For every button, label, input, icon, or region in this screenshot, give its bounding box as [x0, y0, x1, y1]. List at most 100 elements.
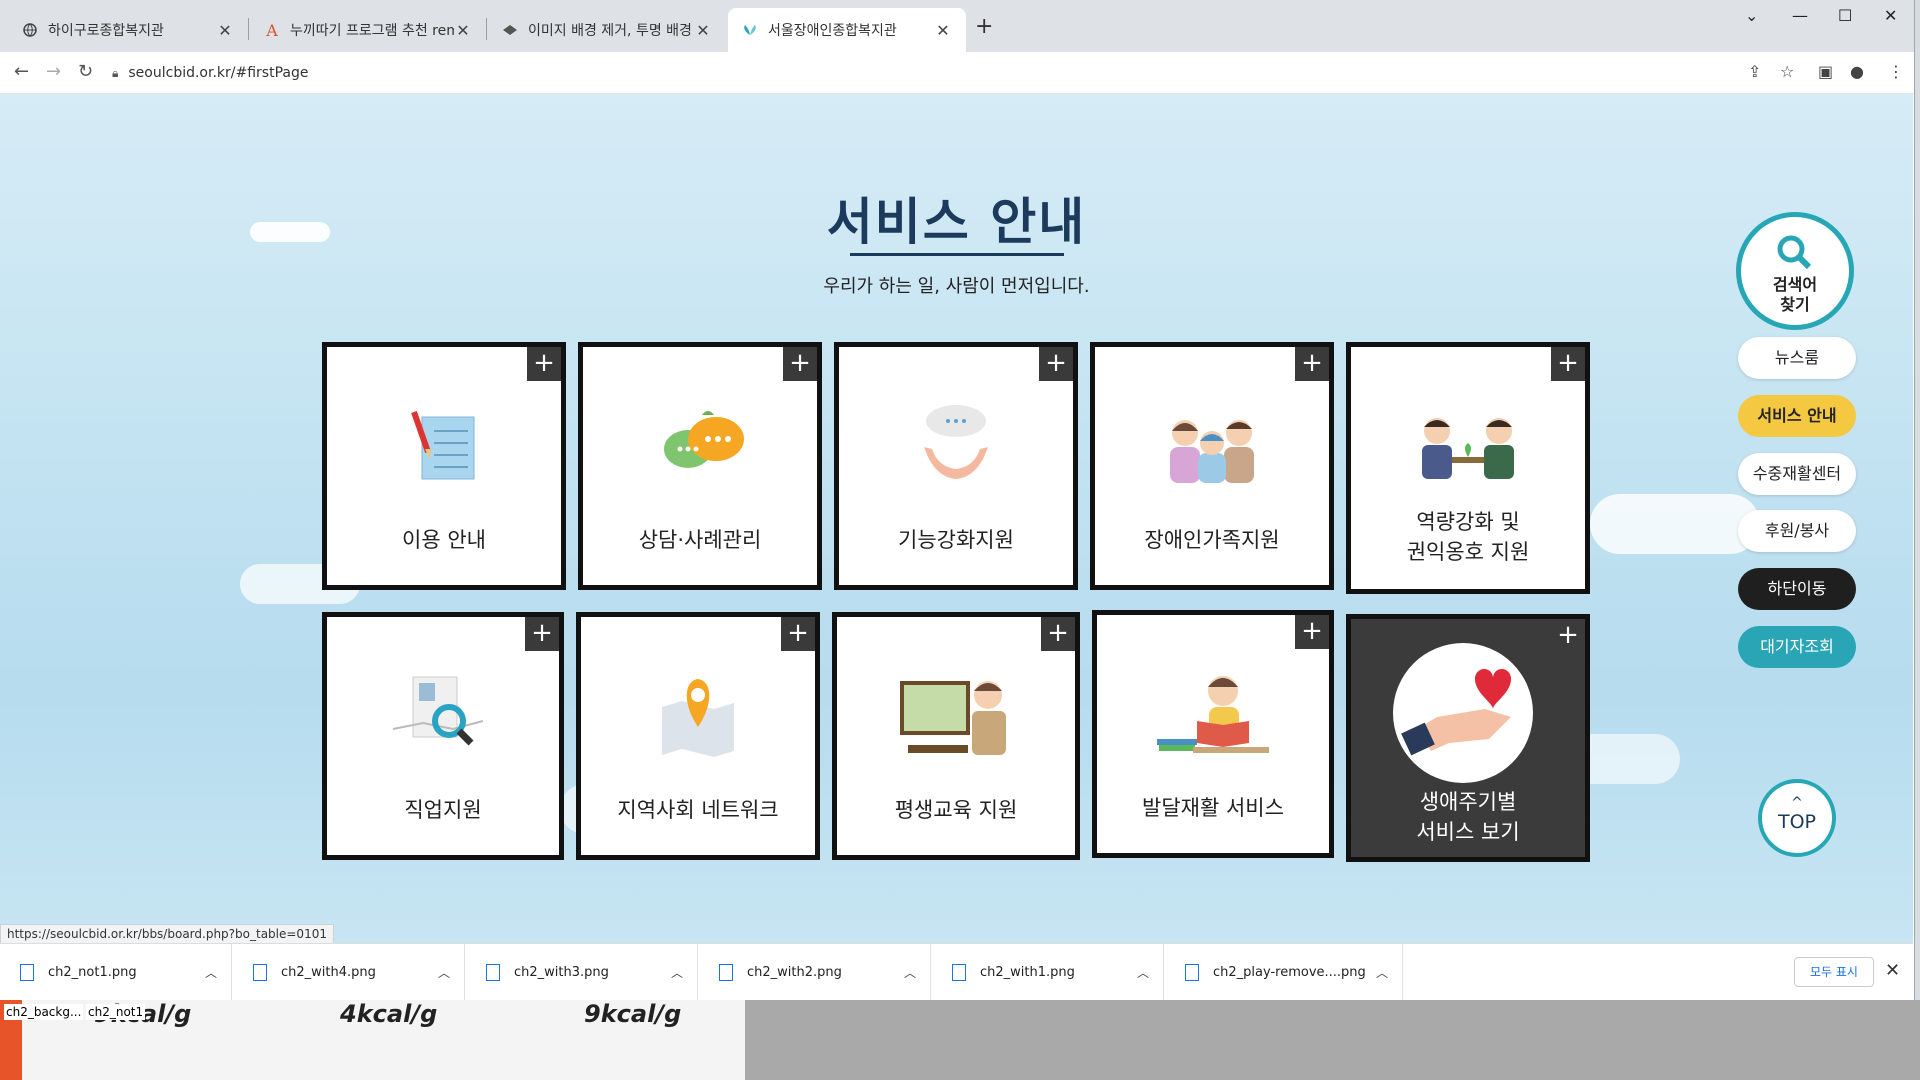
globe-icon — [22, 22, 38, 38]
plus-icon[interactable]: + — [783, 347, 817, 381]
minimize-icon[interactable]: — — [1792, 6, 1808, 25]
quick-menu-donation[interactable]: 후원/봉사 — [1738, 510, 1856, 552]
status-bar-url: https://seoulcbid.or.kr/bbs/board.php?bo… — [0, 924, 334, 944]
page-viewport: 서비스 안내 우리가 하는 일, 사람이 먼저입니다. + 이용 안내 + 상담… — [0, 94, 1913, 943]
profile-icon[interactable]: ● — [1850, 62, 1864, 81]
download-item[interactable]: ch2_with1.png ︿ — [932, 944, 1164, 1000]
card-label: 직업지원 — [404, 798, 482, 822]
download-item[interactable]: ch2_not1.png ︿ — [0, 944, 232, 1000]
browser-toolbar: ← → ↻ 🔒︎ seoulcbid.or.kr/#firstPage ⇪ ☆ … — [0, 52, 1914, 94]
service-card-lifecycle[interactable]: + 생애주기별 서비스 보기 — [1346, 614, 1590, 862]
file-icon — [952, 964, 966, 981]
quick-menu-newsroom[interactable]: 뉴스룸 — [1738, 337, 1856, 379]
teacher-icon — [900, 681, 1006, 755]
plus-icon[interactable]: + — [1295, 615, 1329, 649]
plus-icon[interactable]: + — [781, 617, 815, 651]
bookmark-star-icon[interactable]: ☆ — [1780, 62, 1794, 81]
url-text: seoulcbid.or.kr/#firstPage — [128, 65, 309, 81]
cloud-decoration — [1590, 494, 1760, 554]
quick-menu-waitlist[interactable]: 대기자조회 — [1738, 626, 1856, 668]
card-label: 기능강화지원 — [898, 528, 1014, 552]
close-icon[interactable]: ✕ — [454, 21, 472, 40]
download-item[interactable]: ch2_with3.png ︿ — [466, 944, 698, 1000]
card-label: 평생교육 지원 — [894, 798, 1018, 822]
tab-title: 하이구로종합복지관 — [48, 23, 164, 39]
chevron-up-icon[interactable]: ︿ — [671, 964, 697, 981]
card-label: 상담·사례관리 — [638, 528, 762, 552]
service-card-usage-guide[interactable]: + 이용 안내 — [322, 342, 566, 590]
desktop-icon-label[interactable]: ch2_backg... — [4, 1004, 84, 1020]
plus-icon[interactable]: + — [1295, 347, 1329, 381]
plus-icon[interactable]: + — [1551, 347, 1585, 381]
lock-icon: 🔒︎ — [112, 65, 119, 80]
leaf-icon — [742, 22, 758, 38]
service-card-job-support[interactable]: + 직업지원 — [322, 612, 564, 860]
plus-icon[interactable]: + — [527, 347, 561, 381]
service-card-developmental-rehab[interactable]: + 발달재활 서비스 — [1092, 610, 1334, 858]
service-card-counseling[interactable]: + 상담·사례관리 — [578, 342, 822, 590]
quick-menu-aquatic-center[interactable]: 수중재활센터 — [1738, 453, 1856, 495]
hands-icon — [924, 405, 988, 479]
reading-child-icon — [1157, 676, 1269, 753]
tab-3[interactable]: 이미지 배경 제거, 투명 배경 만들 ✕ — [488, 8, 726, 52]
show-all-downloads-button[interactable]: 모두 표시 — [1794, 957, 1874, 987]
plus-icon[interactable]: + — [1041, 617, 1075, 651]
keyword-search-button[interactable]: 검색어 찾기 — [1736, 212, 1854, 330]
reload-icon[interactable]: ↻ — [78, 61, 93, 82]
desktop-icon-label[interactable]: ch2_not1 — [86, 1004, 146, 1020]
download-item[interactable]: ch2_with2.png ︿ — [699, 944, 931, 1000]
side-panel-icon[interactable]: ▣ — [1818, 62, 1833, 81]
new-tab-button[interactable]: + — [975, 14, 993, 39]
map-pin-icon — [662, 679, 734, 757]
tab-4[interactable]: 서울장애인종합복지관 ✕ — [728, 8, 966, 52]
maximize-icon[interactable]: ☐ — [1838, 6, 1852, 25]
downloads-bar: ch2_not1.png ︿ ch2_with4.png ︿ ch2_with3.p… — [0, 943, 1913, 1000]
close-icon[interactable]: ✕ — [934, 21, 952, 40]
checklist-icon — [411, 411, 475, 480]
close-icon[interactable]: ✕ — [694, 21, 712, 40]
tab-2[interactable]: A 누끼따기 프로그램 추천 remove ✕ — [250, 8, 486, 52]
file-icon — [253, 964, 267, 981]
font-icon: A — [266, 20, 278, 40]
chevron-up-icon[interactable]: ︿ — [1137, 964, 1163, 981]
close-window-icon[interactable]: ✕ — [1884, 6, 1897, 25]
tab-1[interactable]: 하이구로종합복지관 ✕ — [8, 8, 248, 52]
close-icon[interactable]: ✕ — [216, 21, 234, 40]
menu-dots-icon[interactable]: ⋮ — [1888, 62, 1904, 81]
search-label: 검색어 찾기 — [1772, 275, 1818, 314]
forward-icon[interactable]: → — [46, 61, 61, 82]
close-icon[interactable]: ✕ — [1885, 960, 1900, 981]
plus-icon[interactable]: + — [1039, 347, 1073, 381]
chevron-up-icon[interactable]: ︿ — [904, 964, 930, 981]
top-label: TOP — [1777, 811, 1817, 833]
card-label: 이용 안내 — [402, 528, 486, 552]
tab-search-icon[interactable]: ⌄ — [1745, 6, 1758, 25]
chevron-up-icon[interactable]: ︿ — [438, 964, 464, 981]
service-card-family-support[interactable]: + 장애인가족지원 — [1090, 342, 1334, 590]
card-label: 발달재활 서비스 — [1142, 796, 1284, 820]
page-title: 서비스 안내 — [826, 193, 1087, 251]
service-card-empowerment[interactable]: + 역량강화 및 권익옹호 지원 — [1346, 342, 1590, 594]
tab-bar: 하이구로종합복지관 ✕ A 누끼따기 프로그램 추천 remove ✕ 이미지 … — [0, 0, 1914, 52]
quick-menu-service-guide[interactable]: 서비스 안내 — [1738, 395, 1856, 437]
download-item[interactable]: ch2_with4.png ︿ — [233, 944, 465, 1000]
top-button[interactable]: ^ TOP — [1758, 779, 1836, 857]
desktop-text: 4kcal/g — [340, 1000, 438, 1028]
service-card-function-support[interactable]: + 기능강화지원 — [834, 342, 1078, 590]
handshake-plant-icon — [1422, 418, 1514, 479]
plus-icon[interactable]: + — [525, 617, 559, 651]
download-item[interactable]: ch2_play-remove....png ︿ — [1165, 944, 1403, 1000]
back-icon[interactable]: ← — [14, 61, 29, 82]
plus-icon[interactable]: + — [1551, 619, 1585, 653]
address-bar[interactable]: 🔒︎ seoulcbid.or.kr/#firstPage — [112, 58, 1752, 88]
speech-bubbles-icon — [664, 411, 744, 468]
chevron-up-icon[interactable]: ︿ — [1376, 964, 1402, 981]
service-card-lifelong-education[interactable]: + 평생교육 지원 — [832, 612, 1080, 860]
card-label: 지역사회 네트워크 — [617, 798, 779, 822]
service-card-community-network[interactable]: + 지역사회 네트워크 — [576, 612, 820, 860]
quick-menu-scroll-bottom[interactable]: 하단이동 — [1738, 568, 1856, 610]
share-icon[interactable]: ⇪ — [1748, 62, 1761, 81]
chevron-up-icon[interactable]: ︿ — [205, 964, 231, 981]
heart-hand-icon — [1401, 668, 1511, 756]
family-icon — [1170, 420, 1254, 483]
